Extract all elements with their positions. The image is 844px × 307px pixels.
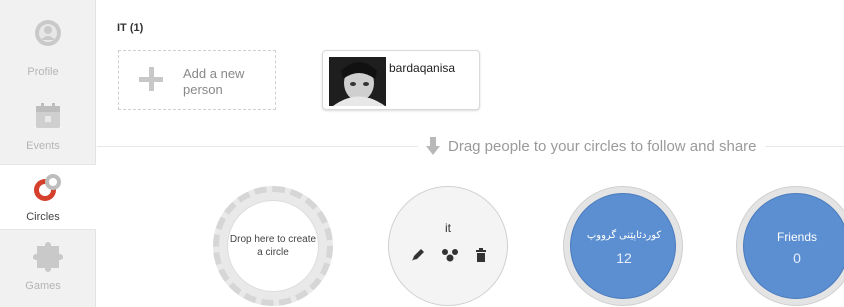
person-card[interactable]: bardaqanisa (322, 50, 480, 110)
drag-hint-text: Drag people to your circles to follow an… (448, 137, 757, 155)
nav-label-profile: Profile (27, 66, 59, 78)
circle-name: کوردئاپێنی گرووپ (586, 230, 662, 241)
circle-tools (411, 247, 487, 263)
trash-icon[interactable] (475, 248, 487, 262)
circle-name: Friends (776, 230, 817, 244)
nav-item-profile[interactable]: Profile (0, 14, 96, 80)
pencil-icon[interactable] (411, 248, 425, 262)
plus-icon (137, 65, 165, 93)
person-name: bardaqanisa (389, 61, 456, 75)
google-plus-circles-page: Profile Events Circles Games IT (1) Add … (0, 0, 844, 307)
circles-icon (34, 174, 61, 201)
circle-member-count: 0 (793, 250, 801, 266)
avatar-photo (329, 57, 386, 106)
add-person-button[interactable]: Add a new person (118, 50, 276, 110)
share-icon[interactable] (441, 248, 459, 262)
circle-inner: کوردئاپێنی گرووپ 12 (570, 193, 676, 299)
nav-label-events: Events (26, 140, 60, 152)
circle-inner: Friends 0 (743, 193, 844, 299)
active-nav-pointer (86, 176, 97, 198)
new-circle-drop-zone[interactable]: Drop here to create a circle (213, 186, 333, 306)
arrow-down-icon (426, 137, 440, 155)
calendar-icon (36, 103, 60, 128)
drop-zone-label: Drop here to create a circle (227, 200, 319, 292)
puzzle-icon (33, 242, 63, 272)
add-person-label: Add a new person (183, 66, 245, 97)
nav-item-games[interactable]: Games (0, 238, 96, 304)
circle-member-count: 12 (616, 250, 632, 266)
nav-label-circles: Circles (26, 211, 60, 223)
nav-item-events[interactable]: Events (0, 98, 96, 164)
circle-friends[interactable]: Friends 0 (736, 186, 844, 306)
avatar (329, 57, 386, 106)
left-nav: Profile Events Circles Games (0, 0, 97, 307)
circle-group[interactable]: کوردئاپێنی گرووپ 12 (563, 186, 683, 306)
nav-item-circles[interactable]: Circles (0, 164, 96, 230)
profile-icon (35, 20, 61, 46)
circle-title: IT (1) (117, 22, 144, 34)
drag-hint: Drag people to your circles to follow an… (418, 136, 765, 156)
nav-label-games: Games (25, 280, 61, 292)
circle-name: it (445, 221, 451, 235)
circle-it[interactable]: it (388, 186, 508, 306)
